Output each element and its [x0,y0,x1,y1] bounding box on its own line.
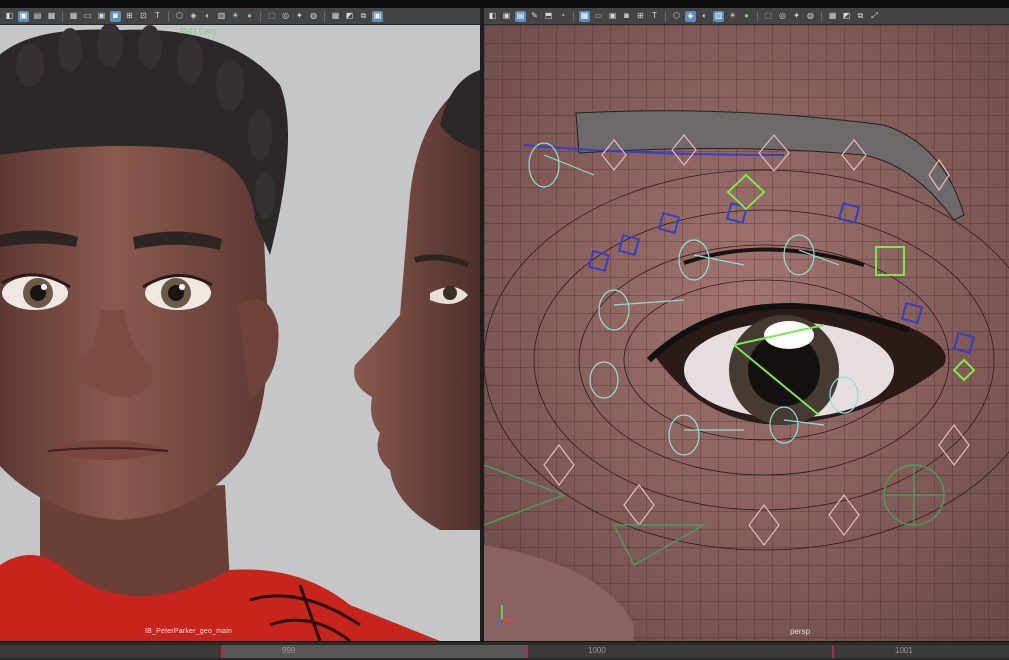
left-object-label: IB_PeterParker_geo_main [145,628,233,635]
film-gate-icon[interactable]: ▭ [593,11,604,22]
head-front [0,119,269,520]
motion-blur-icon[interactable]: ⧉ [358,11,369,22]
rig-closeup-render [484,25,1009,641]
backface-culling-icon[interactable]: ◍ [308,11,319,22]
window-top-strip [0,0,1009,8]
resolution-gate-icon[interactable]: ▣ [96,11,107,22]
keyframe-marker[interactable] [526,645,528,658]
default-material-icon[interactable]: ◐ [202,11,213,22]
frame-tick-label: 999 [282,646,296,655]
frame-tick-label: 1001 [895,646,913,655]
time-slider-range[interactable] [222,645,527,658]
bookmark-icon[interactable]: ✎ [529,11,540,22]
xray-icon[interactable]: ◎ [280,11,291,22]
toolbar-separator [168,10,169,22]
character-render [0,25,480,641]
left-viewport-toolbar: ◧ ▣ ▤ ▦ ▦ ▭ ▣ ◙ ⊞ ⊡ T ⬡ ◈ ◐ ▥ ☀ ● ⬚ ◎ ✦ … [0,8,480,25]
motion-blur-icon[interactable]: ⧉ [855,11,866,22]
xray-joints-icon[interactable]: ✦ [791,11,802,22]
isolate-select-icon[interactable]: ⬚ [763,11,774,22]
gate-mask-icon[interactable]: ◙ [621,11,632,22]
frame-tick-label: 1000 [588,646,606,655]
keyframe-marker[interactable] [832,645,834,658]
default-material-icon[interactable]: ◐ [699,11,710,22]
grid-icon[interactable]: ▦ [68,11,79,22]
toolbar-separator [665,10,666,22]
toolbar-separator [324,10,325,22]
safe-title-icon[interactable]: T [649,11,660,22]
hud-icon[interactable]: ▦ [330,11,341,22]
ao-icon[interactable]: ◩ [344,11,355,22]
right-viewport-toolbar: ◧ ▣ ▤ ✎ ⬒ ◔ ▦ ▭ ▣ ◙ ⊞ T ⬡ ◈ ◐ ▥ ☀ ● ⬚ ◎ … [483,8,1009,25]
camera-attr-icon[interactable]: ▤ [32,11,43,22]
shadows-icon[interactable]: ● [244,11,255,22]
film-gate-icon[interactable]: ▭ [82,11,93,22]
use-all-lights-icon[interactable]: ☀ [230,11,241,22]
field-chart-icon[interactable]: ⊞ [124,11,135,22]
left-eye-highlight [41,284,47,290]
right-eye-highlight [179,284,185,290]
right-camera-label: persp [790,627,811,636]
right-viewport[interactable]: persp [484,25,1009,641]
time-slider[interactable]: 999 1000 1001 [0,641,1009,660]
isolate-select-icon[interactable]: ⬚ [266,11,277,22]
hud-icon[interactable]: ▦ [827,11,838,22]
toolbar-separator [62,10,63,22]
camera-attr-icon[interactable]: ▤ [515,10,526,22]
ao-icon[interactable]: ◩ [841,11,852,22]
keyframe-marker[interactable] [221,645,223,658]
image-plane-icon[interactable]: ⬒ [543,11,554,22]
expand-viewport-icon[interactable]: ▣ [372,10,383,22]
xray-icon[interactable]: ◎ [777,11,788,22]
left-viewport[interactable]: Ref | Cam IB_PeterParker_geo_main [0,25,480,641]
backface-culling-icon[interactable]: ◍ [805,11,816,22]
camera-icon[interactable]: ▣ [501,11,512,22]
wireframe-icon[interactable]: ⬡ [174,11,185,22]
expand-viewport-icon[interactable]: ⤢ [869,11,880,22]
xray-joints-icon[interactable]: ✦ [294,11,305,22]
shadows-icon[interactable]: ● [741,11,752,22]
safe-title-icon[interactable]: T [152,11,163,22]
left-camera-label: Ref | Cam [180,27,216,36]
field-chart-icon[interactable]: ⊞ [635,11,646,22]
grid-icon[interactable]: ▦ [579,10,590,22]
toolbar-separator [573,10,574,22]
light-icon[interactable]: ◔ [557,11,568,22]
side-iris [443,286,457,300]
smooth-shade-icon[interactable]: ◈ [188,11,199,22]
safe-action-icon[interactable]: ⊡ [138,11,149,22]
toolbar-separator [821,10,822,22]
camera-select-icon[interactable]: ◧ [4,11,15,22]
bookmark-icon[interactable]: ▦ [46,11,57,22]
gate-mask-icon[interactable]: ◙ [110,10,121,22]
eye-highlight [764,321,814,349]
wireframe-icon[interactable]: ⬡ [671,11,682,22]
toolbar-separator [757,10,758,22]
camera-icon[interactable]: ▣ [18,10,29,22]
textured-icon[interactable]: ▥ [713,10,724,22]
use-all-lights-icon[interactable]: ☀ [727,11,738,22]
resolution-gate-icon[interactable]: ▣ [607,11,618,22]
textured-icon[interactable]: ▥ [216,11,227,22]
smooth-shade-icon[interactable]: ◈ [685,10,696,22]
camera-select-icon[interactable]: ◧ [487,11,498,22]
toolbar-separator [260,10,261,22]
